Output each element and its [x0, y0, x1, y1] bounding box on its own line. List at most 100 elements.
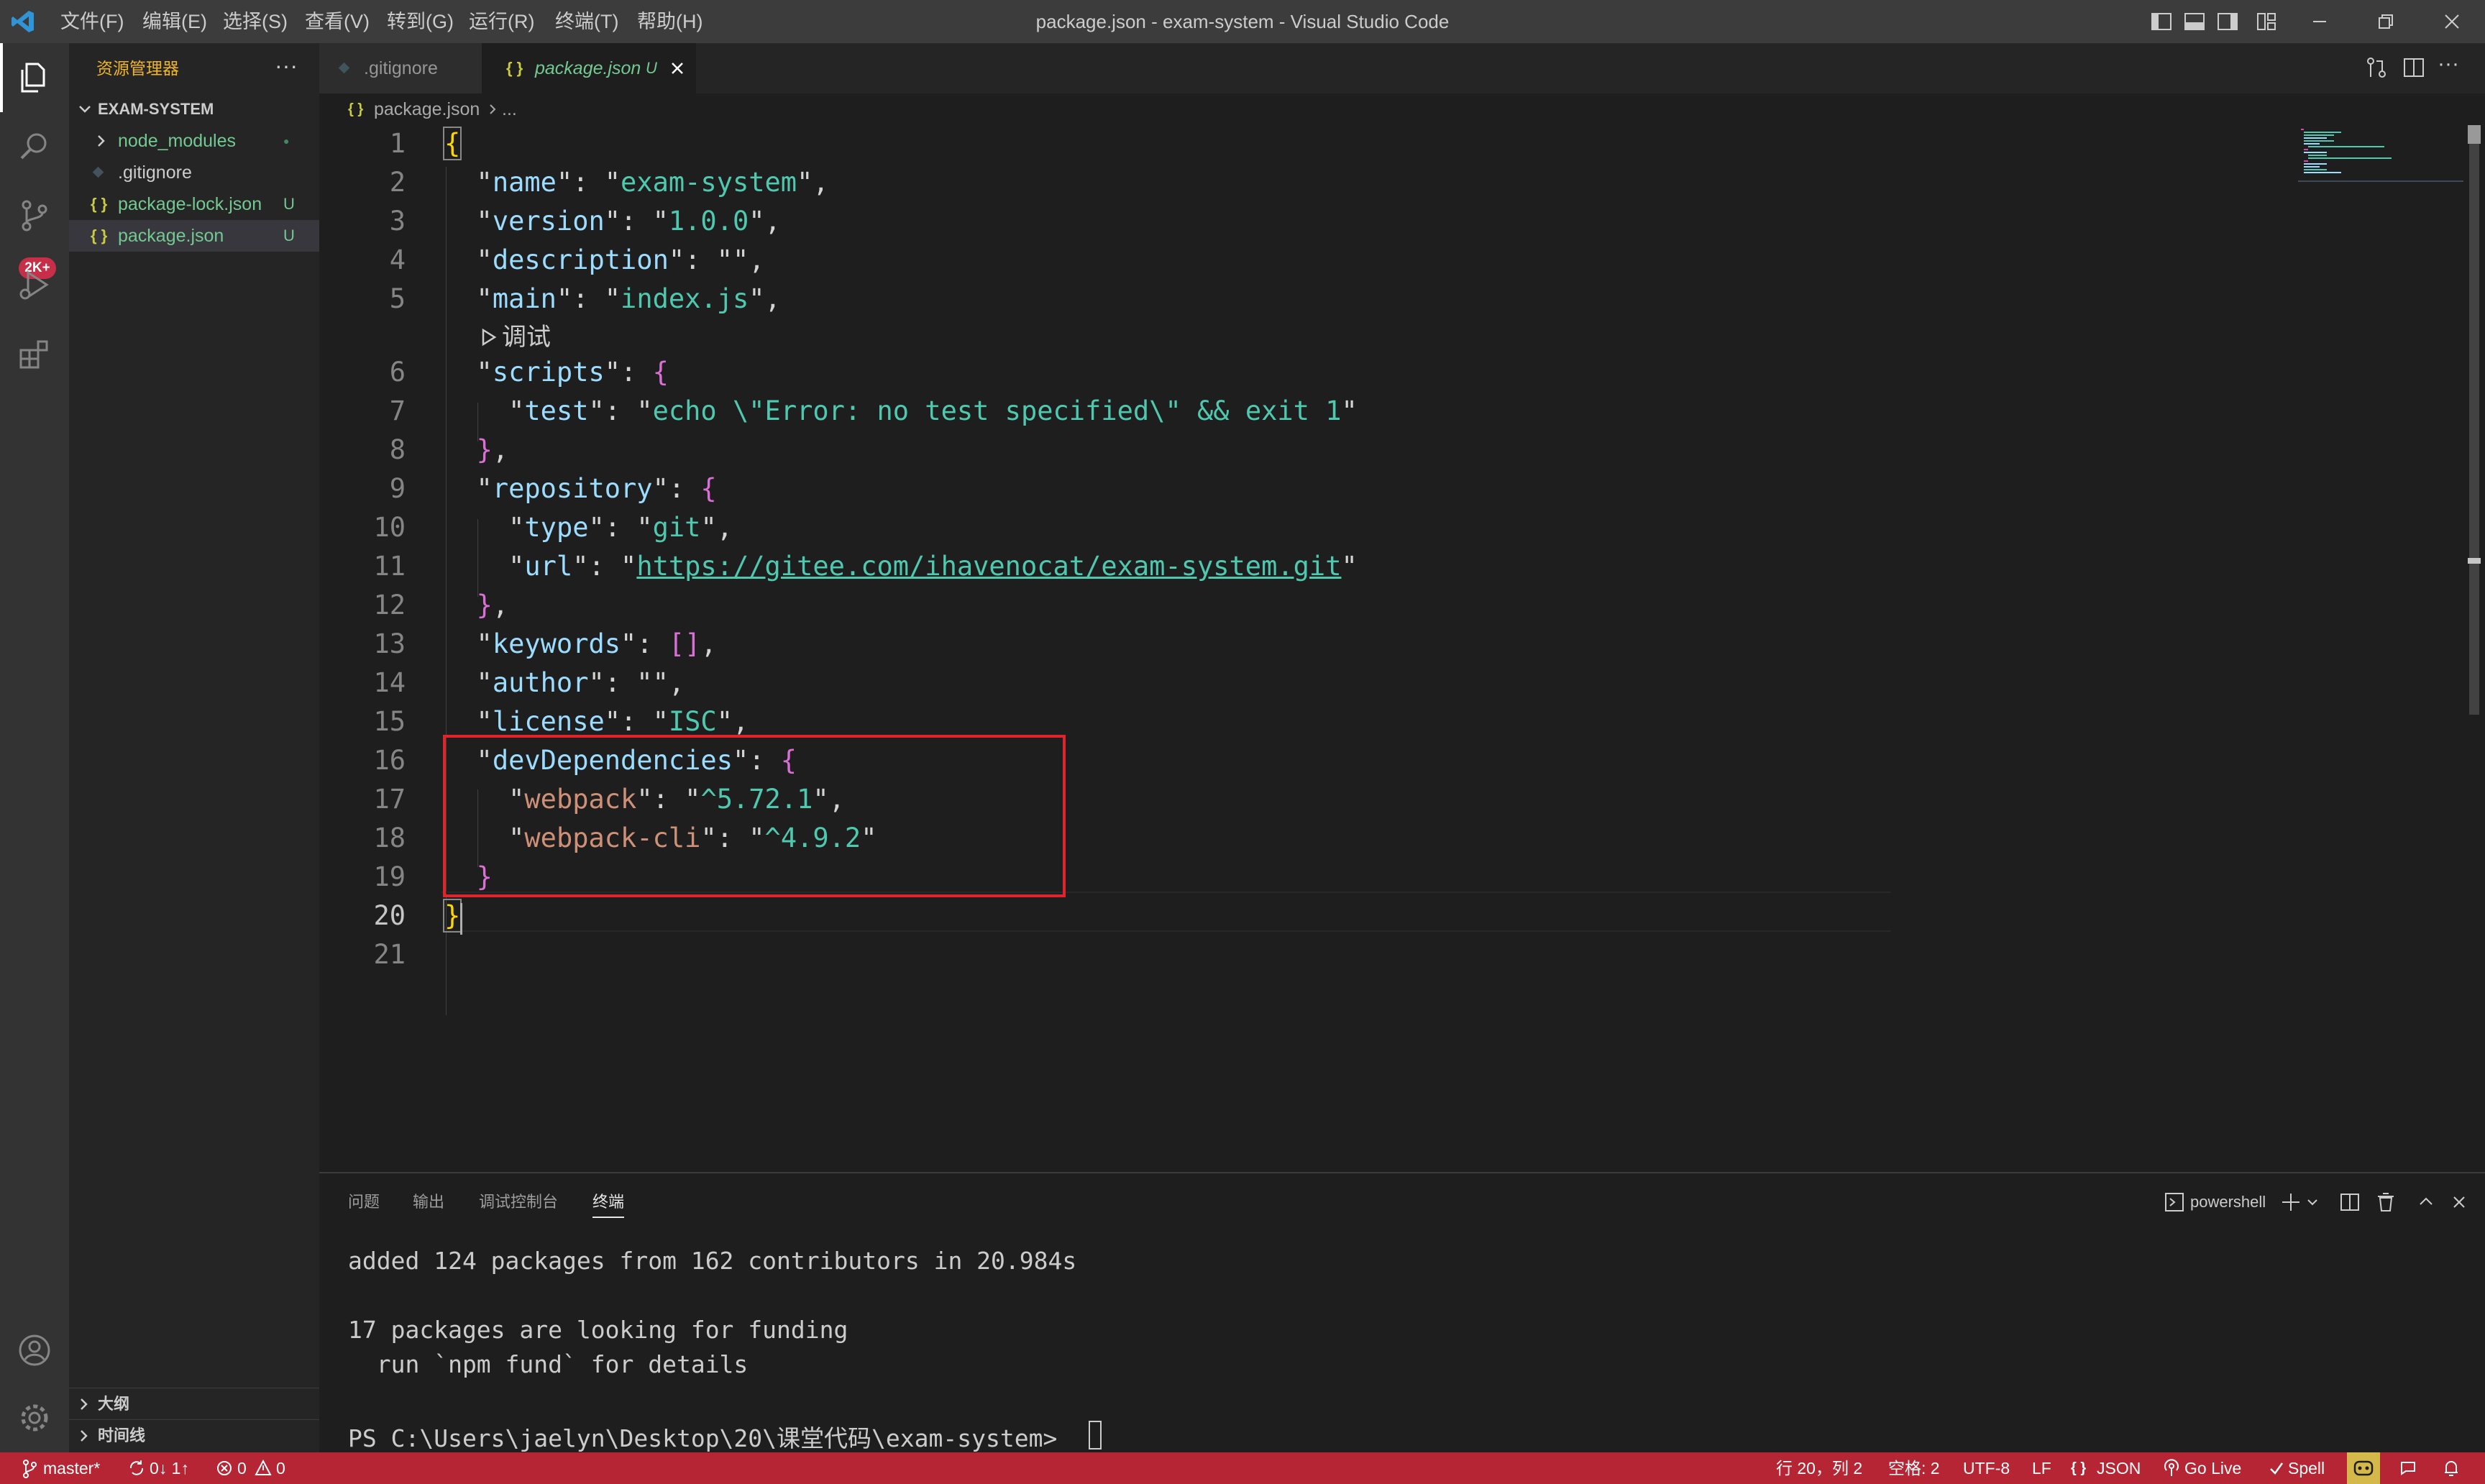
braces-icon: { } — [2071, 1460, 2087, 1476]
breadcrumb-separator-icon — [486, 93, 500, 125]
maximize-panel-icon[interactable] — [2416, 1191, 2436, 1214]
chevron-right-icon — [76, 1420, 91, 1452]
workspace-folder-header[interactable]: EXAM-SYSTEM — [69, 93, 319, 125]
untracked-badge: U — [283, 195, 295, 213]
terminal-line: added 124 packages from 162 contributors… — [348, 1247, 1077, 1275]
line-number: 21 — [373, 939, 406, 970]
end-of-line[interactable]: LF — [2032, 1452, 2051, 1484]
git-branch-icon — [22, 1452, 37, 1484]
tree-item-package-lock[interactable]: { } package-lock.json U — [69, 188, 319, 220]
tab-package-json[interactable]: { } package.json U — [482, 43, 696, 93]
activity-bar: 2K+ — [0, 43, 69, 1452]
line-number: 2 — [389, 167, 406, 198]
toggle-sidebar-icon[interactable] — [2150, 10, 2173, 33]
editor-tab-bar: .gitignore { } package.json U ··· — [319, 43, 2485, 93]
timeline-section[interactable]: 时间线 — [69, 1419, 319, 1452]
prompt-text: PS C:\Users\jaelyn\Desktop\20\课堂代码\exam-… — [348, 1424, 1072, 1452]
line-number: 17 — [373, 784, 406, 815]
json-file-icon: { } — [91, 195, 108, 213]
split-terminal-icon[interactable] — [2338, 1191, 2361, 1214]
feedback-icon[interactable] — [2397, 1452, 2419, 1484]
warning-icon — [255, 1452, 272, 1484]
line-number: 10 — [373, 512, 406, 543]
line-number: 15 — [373, 706, 406, 737]
open-changes-icon[interactable] — [2364, 55, 2389, 80]
tree-item-node-modules[interactable]: node_modules ● — [69, 125, 319, 157]
indentation[interactable]: 空格: 2 — [1888, 1452, 1940, 1484]
toggle-secondary-sidebar-icon[interactable] — [2216, 10, 2239, 33]
window-title: package.json - exam-system - Visual Stud… — [1035, 11, 1450, 32]
repository-link[interactable]: https://gitee.com/ihavenocat/exam-system… — [636, 551, 1341, 582]
extensions-icon[interactable] — [0, 319, 69, 388]
split-editor-icon[interactable] — [2402, 55, 2426, 80]
minimize-icon[interactable] — [2287, 0, 2353, 43]
chevron-right-icon — [93, 125, 108, 157]
chevron-down-icon[interactable] — [2304, 1191, 2321, 1214]
notifications-bell-icon[interactable] — [2440, 1452, 2462, 1484]
encoding[interactable]: UTF-8 — [1963, 1452, 2010, 1484]
tab-terminal[interactable]: 终端 — [592, 1188, 625, 1218]
scrollbar-thumb[interactable] — [2469, 125, 2479, 715]
check-icon — [2268, 1452, 2285, 1484]
toggle-panel-icon[interactable] — [2183, 10, 2206, 33]
line-number: 8 — [389, 434, 406, 465]
more-actions-icon[interactable]: ··· — [2438, 52, 2459, 76]
breadcrumb: { } package.json ... — [319, 93, 2485, 125]
outline-label: 大纲 — [98, 1395, 130, 1413]
tab-problems[interactable]: 问题 — [348, 1188, 380, 1217]
terminal-line: run `npm fund` for details — [348, 1350, 749, 1378]
terminal-icon — [2164, 1188, 2184, 1217]
breadcrumb-file[interactable]: package.json — [374, 93, 480, 125]
tree-item-package-json[interactable]: { } package.json U — [69, 220, 319, 252]
breadcrumb-symbol[interactable]: ... — [502, 93, 517, 125]
accounts-icon[interactable] — [0, 1316, 69, 1385]
tab-status: U — [646, 59, 657, 77]
tab-output[interactable]: 输出 — [413, 1188, 444, 1217]
copilot-icon[interactable] — [2347, 1452, 2380, 1484]
spell-label: Spell — [2288, 1459, 2325, 1478]
cursor-position[interactable]: 行 20，列 2 — [1776, 1452, 1862, 1484]
trash-icon[interactable] — [2374, 1191, 2397, 1214]
code-line: "license": "ISC", — [444, 706, 749, 737]
tab-gitignore[interactable]: .gitignore — [319, 43, 482, 93]
code-line: "repository": { — [444, 473, 717, 504]
line-number: 12 — [373, 590, 406, 620]
editor-scrollbar[interactable] — [2463, 125, 2485, 1172]
error-icon — [216, 1452, 233, 1484]
sidebar-more-icon[interactable]: ··· — [275, 43, 298, 93]
terminal-name: powershell — [2190, 1193, 2266, 1211]
run-debug-icon[interactable] — [0, 250, 69, 319]
sync-icon — [128, 1452, 145, 1484]
tree-item-label: package.json — [118, 226, 224, 246]
terminal-line: 17 packages are looking for funding — [348, 1316, 848, 1344]
close-window-icon[interactable] — [2419, 0, 2485, 43]
tree-item-gitignore[interactable]: .gitignore — [69, 157, 319, 188]
new-terminal-icon[interactable] — [2279, 1191, 2302, 1214]
tree-item-label: node_modules — [118, 131, 237, 151]
outline-section[interactable]: 大纲 — [69, 1388, 319, 1420]
settings-gear-icon[interactable] — [0, 1383, 69, 1452]
git-diamond-icon — [337, 43, 352, 93]
tree-item-label: .gitignore — [118, 162, 192, 183]
line-number: 14 — [373, 667, 406, 698]
line-number: 18 — [373, 823, 406, 853]
chevron-down-icon — [76, 93, 93, 125]
line-number: 1 — [389, 128, 406, 159]
line-number-current: 20 — [373, 900, 406, 931]
close-tab-icon[interactable] — [669, 43, 686, 93]
code-line: "description": "", — [444, 244, 765, 275]
tab-debug-console[interactable]: 调试控制台 — [479, 1188, 558, 1217]
line-number: 9 — [389, 473, 406, 504]
explorer-icon[interactable] — [0, 43, 69, 112]
bottom-panel: 问题 输出 调试控制台 终端 powershell added 124 pack… — [319, 1172, 2485, 1454]
customize-layout-icon[interactable] — [2255, 10, 2278, 33]
restore-icon[interactable] — [2353, 0, 2419, 43]
line-number: 16 — [373, 745, 406, 776]
close-panel-icon[interactable] — [2449, 1191, 2469, 1214]
line-number: 11 — [373, 551, 406, 582]
code-editor[interactable]: 1 2 3 4 5 6 7 8 9 10 11 12 13 14 15 16 1… — [319, 125, 2456, 1172]
minimap[interactable] — [2298, 125, 2463, 183]
source-control-icon[interactable] — [0, 181, 69, 250]
sidebar-title: 资源管理器 — [96, 59, 179, 78]
search-icon[interactable] — [0, 112, 69, 181]
